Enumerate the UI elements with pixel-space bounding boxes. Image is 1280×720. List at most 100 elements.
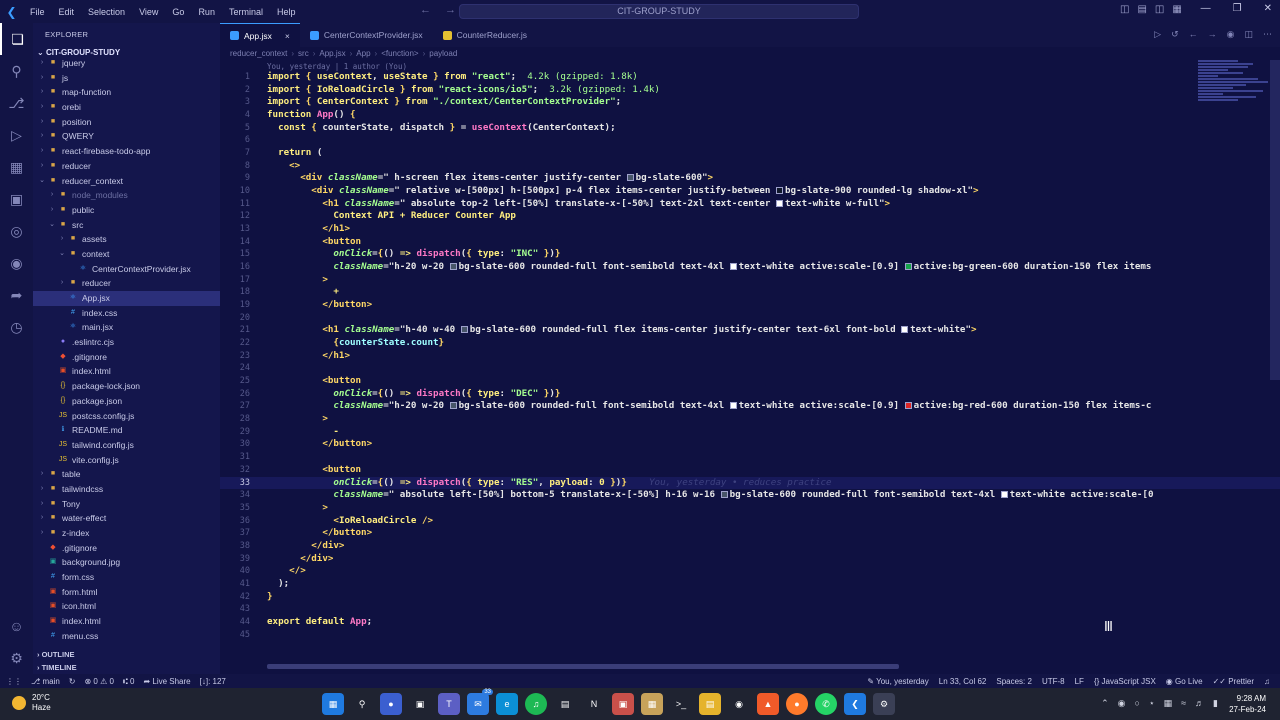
source-control-icon[interactable]: ⎇ — [0, 87, 33, 119]
vscode-taskbar-icon[interactable]: ❮ — [844, 693, 866, 715]
notifications-bell-icon[interactable]: ♫ — [1264, 677, 1270, 686]
codelens-blame[interactable]: You, yesterday | 1 author (You) — [267, 62, 407, 71]
tree-file[interactable]: ⚛ main.jsx — [33, 320, 220, 335]
tree-folder[interactable]: › ■ position — [33, 115, 220, 130]
tree-folder[interactable]: › ■ js — [33, 71, 220, 86]
tree-folder[interactable]: ⌄ ■ src — [33, 218, 220, 233]
tree-file[interactable]: ⚛ App.jsx — [33, 291, 220, 306]
tree-file[interactable]: ▣ index.html — [33, 614, 220, 629]
menu-selection[interactable]: Selection — [81, 7, 132, 17]
prettier-status[interactable]: ✓✓ Prettier — [1213, 677, 1254, 686]
menu-go[interactable]: Go — [165, 7, 191, 17]
tray-app-icon[interactable]: ○ — [1135, 698, 1140, 709]
tree-file[interactable]: ▣ index.html — [33, 364, 220, 379]
copilot-icon[interactable]: ● — [380, 693, 402, 715]
run-icon[interactable]: ▷ — [1154, 29, 1161, 40]
tree-folder[interactable]: › ■ jquery — [33, 56, 220, 71]
compare-icon[interactable]: ↺ — [1171, 29, 1179, 40]
tree-file[interactable]: JS vite.config.js — [33, 453, 220, 468]
menu-help[interactable]: Help — [270, 7, 303, 17]
tree-file[interactable]: ▣ icon.html — [33, 599, 220, 614]
tab-center-context-provider[interactable]: CenterContextProvider.jsx — [299, 23, 433, 47]
notion-icon[interactable]: N — [583, 693, 605, 715]
git-blame-status[interactable]: ✎ You, yesterday — [867, 677, 928, 686]
firefox-icon[interactable]: ● — [786, 693, 808, 715]
tree-folder[interactable]: › ■ tailwindcss — [33, 482, 220, 497]
menu-file[interactable]: File — [23, 7, 52, 17]
close-tab-icon[interactable]: × — [285, 24, 290, 48]
brave-icon[interactable]: ▲ — [757, 693, 779, 715]
customize-layout-icon[interactable]: ▦ — [1172, 4, 1181, 15]
file-manager-icon[interactable]: ▤ — [554, 693, 576, 715]
tree-folder[interactable]: › ■ orebi — [33, 100, 220, 115]
branch-indicator[interactable]: ⎇ main — [31, 677, 60, 686]
tree-file[interactable]: {} package-lock.json — [33, 379, 220, 394]
terminal-icon[interactable]: >_ — [670, 693, 692, 715]
tray-app-icon[interactable]: ▦ — [1164, 698, 1173, 709]
remote-icon[interactable]: ⋮⋮ — [6, 677, 22, 686]
code-editor[interactable]: You, yesterday | 1 author (You) 1 import … — [220, 60, 1280, 674]
volume-icon[interactable]: ♬ — [1195, 698, 1204, 709]
breadcrumb-item[interactable]: reducer_context — [230, 47, 287, 60]
tree-file[interactable]: ◆ .gitignore — [33, 541, 220, 556]
command-center-search[interactable]: CIT-GROUP-STUDY — [459, 4, 859, 19]
tab-counter-reducer[interactable]: CounterReducer.js — [432, 23, 537, 47]
breadcrumb-item[interactable]: App — [356, 47, 370, 60]
tree-file[interactable]: ▣ background.jpg — [33, 555, 220, 570]
breadcrumb-item[interactable]: src — [298, 47, 309, 60]
menu-terminal[interactable]: Terminal — [222, 7, 270, 17]
menu-view[interactable]: View — [132, 7, 165, 17]
github-icon[interactable]: ◉ — [728, 693, 750, 715]
timeline-section[interactable]: › TIMELINE — [33, 661, 220, 674]
messenger-icon[interactable]: ✉ 33 — [467, 689, 493, 715]
close-window-icon[interactable]: ✕ — [1264, 3, 1272, 14]
tree-folder[interactable]: › ■ water-effect — [33, 511, 220, 526]
tree-folder[interactable]: › ■ QWERY — [33, 129, 220, 144]
weather-widget[interactable]: 20°C Haze — [12, 693, 51, 713]
taskbar-clock[interactable]: 9:28 AM 27-Feb-24 — [1229, 693, 1266, 715]
tree-folder[interactable]: › ■ table — [33, 467, 220, 482]
tree-file[interactable]: ⚛ CenterContextProvider.jsx — [33, 262, 220, 277]
tree-folder[interactable]: › ■ reducer — [33, 276, 220, 291]
breadcrumb-item[interactable]: <function> — [381, 47, 418, 60]
breadcrumb-item[interactable]: App.jsx — [319, 47, 345, 60]
testing-icon[interactable]: ◎ — [0, 215, 33, 247]
windows-start-icon[interactable]: ▦ — [322, 693, 344, 715]
forward-arrow-icon[interactable]: → — [445, 4, 456, 16]
run-debug-icon[interactable]: ▷ — [0, 119, 33, 151]
notes-app-icon[interactable]: ▦ — [641, 693, 663, 715]
task-view-icon[interactable]: ▣ — [409, 693, 431, 715]
search-icon[interactable]: ⚲ — [351, 693, 373, 715]
tree-folder[interactable]: ⌄ ■ reducer_context — [33, 174, 220, 189]
ports-indicator[interactable]: ⑆ 0 — [123, 677, 134, 686]
tree-folder[interactable]: › ■ react-firebase-todo-app — [33, 144, 220, 159]
live-share-button[interactable]: ➦ Live Share — [143, 677, 190, 686]
tab-app-jsx[interactable]: App.jsx × — [220, 23, 300, 47]
tree-folder[interactable]: › ■ assets — [33, 232, 220, 247]
tree-file[interactable]: JS postcss.config.js — [33, 409, 220, 424]
tree-folder[interactable]: ⌄ ■ context — [33, 247, 220, 262]
go-live-button[interactable]: ◉ Go Live — [1166, 677, 1203, 686]
spotify-icon[interactable]: ♫ — [525, 693, 547, 715]
toggle-secondary-sidebar-icon[interactable]: ◫ — [1155, 4, 1164, 15]
outline-section[interactable]: › OUTLINE — [33, 648, 220, 661]
tree-file[interactable]: ℹ README.md — [33, 423, 220, 438]
language-mode[interactable]: {} JavaScript JSX — [1094, 677, 1156, 686]
go-prev-change-icon[interactable]: ← — [1189, 29, 1198, 40]
breadcrumb-item[interactable]: payload — [429, 47, 457, 60]
tree-file[interactable]: ◆ .gitignore — [33, 350, 220, 365]
sync-icon[interactable]: ↻ — [69, 677, 76, 686]
whatsapp-icon[interactable]: ✆ — [815, 693, 837, 715]
tree-folder[interactable]: › ■ node_modules — [33, 188, 220, 203]
indentation[interactable]: Spaces: 2 — [996, 677, 1032, 686]
end-of-line[interactable]: LF — [1075, 677, 1084, 686]
open-changes-icon[interactable]: ◉ — [1227, 29, 1235, 40]
encoding[interactable]: UTF-8 — [1042, 677, 1065, 686]
more-actions-icon[interactable]: ⋯ — [1263, 29, 1272, 40]
tree-folder[interactable]: › ■ z-index — [33, 526, 220, 541]
search-icon[interactable]: ⚲ — [0, 55, 33, 87]
tree-folder[interactable]: › ■ reducer — [33, 159, 220, 174]
tree-file[interactable]: {} package.json — [33, 394, 220, 409]
tree-folder[interactable]: › ■ public — [33, 203, 220, 218]
teams-icon[interactable]: T — [438, 693, 460, 715]
